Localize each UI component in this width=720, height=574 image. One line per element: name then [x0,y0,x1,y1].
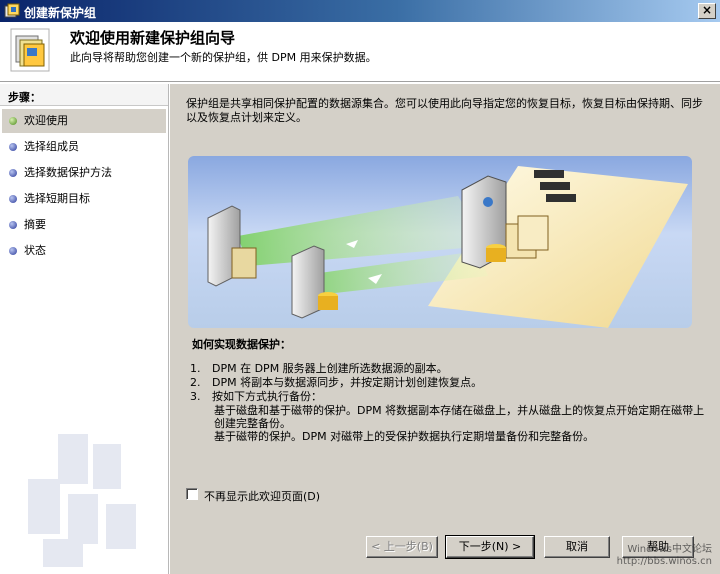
sidebar-item-label: 选择数据保护方法 [24,166,112,179]
app-icon [4,3,20,18]
data-protection-illustration [188,156,692,328]
steps-sidebar: 步骤： 欢迎使用 选择组成员 选择数据保护方法 选择短期目标 摘要 状态 [0,84,169,574]
close-icon: × [701,3,713,17]
sidebar-item-status[interactable]: 状态 [2,239,166,263]
sidebar-item-protection-method[interactable]: 选择数据保护方法 [2,161,166,185]
step-bullet-icon [9,247,17,255]
step-bullet-icon [9,221,17,229]
next-button[interactable]: 下一步(N) > [445,535,535,559]
sub-list: 基于磁盘和基于磁带的保护。DPM 将数据副本存储在磁盘上，并从磁盘上的恢复点开始… [190,404,710,443]
sub-item: 基于磁盘和基于磁带的保护。DPM 将数据副本存储在磁盘上，并从磁盘上的恢复点开始… [214,404,705,430]
sidebar-item-label: 选择组成员 [24,140,79,153]
dont-show-welcome-label[interactable]: 不再显示此欢迎页面(D) [204,488,320,504]
sidebar-item-welcome[interactable]: 欢迎使用 [2,109,166,133]
wizard-subheading: 此向导将帮助您创建一个新的保护组，供 DPM 用来保护数据。 [70,51,377,64]
cancel-button[interactable]: 取消 [544,536,610,558]
intro-text: 保护组是共享相同保护配置的数据源集合。您可以使用此向导指定您的恢复目标，恢复目标… [186,97,703,124]
sidebar-item-label: 状态 [24,244,46,257]
close-button[interactable]: × [698,3,716,19]
sidebar-item-select-members[interactable]: 选择组成员 [2,135,166,159]
list-item: 3. 按如下方式执行备份： [190,390,322,403]
sidebar-item-label: 选择短期目标 [24,192,90,205]
title-bar: 创建新保护组 × [0,0,720,22]
wizard-heading: 欢迎使用新建保护组向导 [70,29,236,47]
how-list: 1. DPM 在 DPM 服务器上创建所选数据源的副本。 2. DPM 将副本与… [190,362,710,443]
sidebar-item-summary[interactable]: 摘要 [2,213,166,237]
sub-item: 基于磁带的保护。DPM 对磁带上的受保护数据执行定期增量备份和完整备份。 [214,430,595,443]
steps-label: 步骤： [0,84,168,106]
wizard-header: 欢迎使用新建保护组向导 此向导将帮助您创建一个新的保护组，供 DPM 用来保护数… [0,22,720,82]
protection-group-icon [10,28,50,72]
sidebar-item-short-term-goals[interactable]: 选择短期目标 [2,187,166,211]
step-bullet-icon [9,195,17,203]
sidebar-item-label: 欢迎使用 [24,114,68,127]
content-pane: 保护组是共享相同保护配置的数据源集合。您可以使用此向导指定您的恢复目标，恢复目标… [170,84,720,574]
step-bullet-icon [9,117,17,125]
how-title: 如何实现数据保护： [192,338,291,351]
window-title: 创建新保护组 [24,6,97,20]
list-item: 2. DPM 将副本与数据源同步，并按定期计划创建恢复点。 [190,376,483,389]
servers-watermark [28,434,136,567]
step-bullet-icon [9,143,17,151]
sidebar-item-label: 摘要 [24,218,46,231]
back-button: < 上一步(B) [366,536,438,558]
step-bullet-icon [9,169,17,177]
dont-show-welcome-checkbox[interactable] [186,488,198,500]
list-item: 1. DPM 在 DPM 服务器上创建所选数据源的副本。 [190,362,448,375]
